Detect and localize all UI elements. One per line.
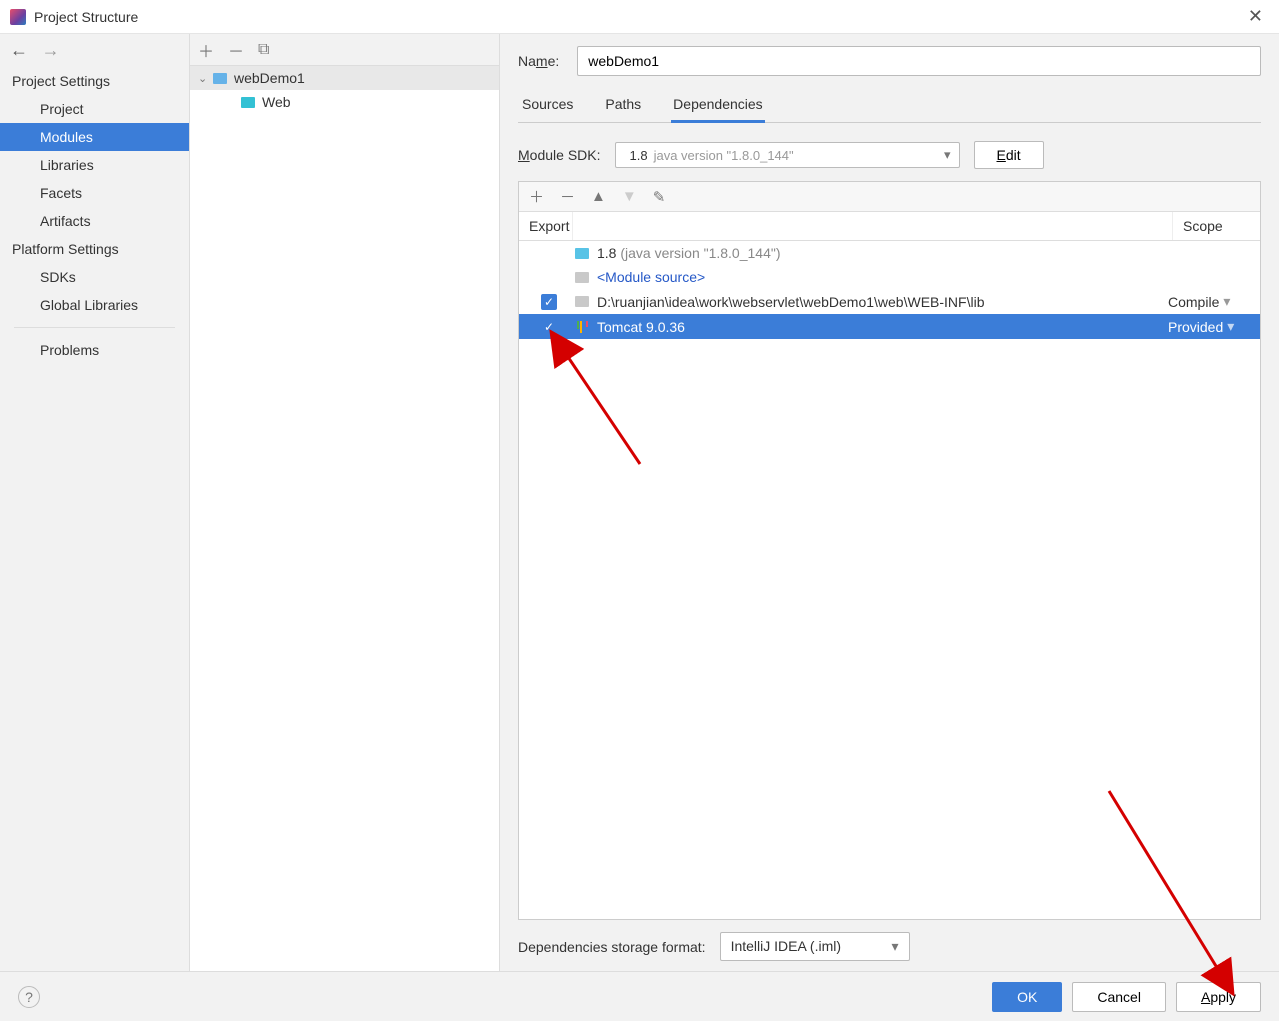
- web-folder-icon: [240, 95, 256, 109]
- folder-icon: [571, 272, 593, 283]
- nav-history: ← →: [0, 34, 189, 67]
- remove-module-icon[interactable]: －: [228, 38, 244, 62]
- dep-row-module-source[interactable]: <Module source>: [519, 265, 1260, 289]
- header-name: [573, 212, 1172, 240]
- detail-tabs: Sources Paths Dependencies: [518, 88, 1261, 123]
- nav-item-libraries[interactable]: Libraries: [0, 151, 189, 179]
- dep-row-tomcat[interactable]: ✓ Tomcat 9.0.36 Provided ▾: [519, 314, 1260, 339]
- nav-item-global-libraries[interactable]: Global Libraries: [0, 291, 189, 319]
- module-details: Name: Sources Paths Dependencies Module …: [500, 34, 1279, 971]
- dep-name: D:\ruanjian\idea\work\webservlet\webDemo…: [593, 294, 1168, 310]
- sdk-icon: [571, 248, 593, 259]
- module-tree[interactable]: ⌄ webDemo1 Web: [190, 66, 499, 971]
- dep-row-lib-path[interactable]: ✓ D:\ruanjian\idea\work\webservlet\webDe…: [519, 289, 1260, 314]
- storage-format-label: Dependencies storage format:: [518, 939, 706, 955]
- footer: ? OK Cancel Apply: [0, 971, 1279, 1021]
- tab-dependencies[interactable]: Dependencies: [671, 88, 765, 122]
- dependencies-panel: ＋ － ▲ ▼ ✎ Export Scope 1.8 (java version…: [518, 181, 1261, 920]
- cancel-button[interactable]: Cancel: [1072, 982, 1166, 1012]
- nav-item-problems[interactable]: Problems: [0, 336, 189, 364]
- tab-sources[interactable]: Sources: [520, 88, 575, 122]
- move-down-icon[interactable]: ▼: [622, 188, 637, 205]
- close-icon[interactable]: ✕: [1242, 6, 1269, 27]
- copy-module-icon[interactable]: ⧉: [258, 41, 269, 59]
- add-module-icon[interactable]: ＋: [198, 38, 214, 62]
- nav-item-facets[interactable]: Facets: [0, 179, 189, 207]
- name-label: Name:: [518, 53, 559, 69]
- forward-icon[interactable]: →: [42, 40, 60, 60]
- module-tree-panel: ＋ － ⧉ ⌄ webDemo1 Web: [190, 34, 500, 971]
- ok-button[interactable]: OK: [992, 982, 1062, 1012]
- folder-icon: [571, 296, 593, 307]
- chevron-down-icon[interactable]: ⌄: [198, 72, 212, 85]
- tree-node-label: webDemo1: [234, 70, 305, 86]
- nav-item-artifacts[interactable]: Artifacts: [0, 207, 189, 235]
- library-icon: [571, 321, 593, 333]
- dep-note: (java version "1.8.0_144"): [620, 245, 780, 261]
- module-folder-icon: [212, 71, 228, 85]
- dep-name: Tomcat 9.0.36: [593, 319, 1168, 335]
- nav-item-modules[interactable]: Modules: [0, 123, 189, 151]
- sdk-description: java version "1.8.0_144": [654, 148, 938, 163]
- nav-section-project-settings: Project Settings: [0, 67, 189, 95]
- tree-node-web[interactable]: Web: [190, 90, 499, 114]
- dep-table-header: Export Scope: [519, 212, 1260, 241]
- storage-format-select[interactable]: IntelliJ IDEA (.iml) ▾: [720, 932, 910, 961]
- window-title: Project Structure: [34, 9, 1242, 25]
- titlebar: Project Structure ✕: [0, 0, 1279, 34]
- storage-format-value: IntelliJ IDEA (.iml): [731, 938, 841, 955]
- left-nav: ← → Project Settings Project Modules Lib…: [0, 34, 190, 971]
- dep-table-body: 1.8 (java version "1.8.0_144") <Module s…: [519, 241, 1260, 919]
- dependencies-toolbar: ＋ － ▲ ▼ ✎: [519, 182, 1260, 212]
- module-toolbar: ＋ － ⧉: [190, 34, 499, 66]
- module-name-input[interactable]: [577, 46, 1261, 76]
- dep-scope[interactable]: Provided ▾: [1168, 318, 1252, 335]
- add-dep-icon[interactable]: ＋: [529, 186, 544, 207]
- help-icon[interactable]: ?: [18, 986, 40, 1008]
- app-icon: [10, 9, 26, 25]
- module-sdk-select[interactable]: 1.8 java version "1.8.0_144" ▾: [615, 142, 960, 168]
- nav-item-project[interactable]: Project: [0, 95, 189, 123]
- chevron-down-icon: ▾: [892, 938, 899, 955]
- nav-section-platform-settings: Platform Settings: [0, 235, 189, 263]
- dep-row-sdk[interactable]: 1.8 (java version "1.8.0_144"): [519, 241, 1260, 265]
- sdk-version: 1.8: [630, 148, 648, 163]
- dep-name: 1.8: [597, 245, 616, 261]
- header-scope: Scope: [1172, 212, 1260, 240]
- back-icon[interactable]: ←: [10, 40, 28, 60]
- tab-paths[interactable]: Paths: [603, 88, 643, 122]
- export-checkbox[interactable]: ✓: [541, 294, 557, 310]
- remove-dep-icon[interactable]: －: [560, 186, 575, 207]
- apply-button[interactable]: Apply: [1176, 982, 1261, 1012]
- edit-dep-icon[interactable]: ✎: [653, 188, 666, 206]
- move-up-icon[interactable]: ▲: [591, 188, 606, 205]
- nav-separator: [14, 327, 175, 328]
- export-checkbox[interactable]: ✓: [541, 319, 557, 335]
- tree-node-label: Web: [262, 94, 291, 110]
- dep-name: <Module source>: [593, 269, 1168, 285]
- edit-sdk-button[interactable]: Edit: [974, 141, 1044, 169]
- header-export: Export: [519, 212, 573, 240]
- nav-item-sdks[interactable]: SDKs: [0, 263, 189, 291]
- tree-node-root[interactable]: ⌄ webDemo1: [190, 66, 499, 90]
- chevron-down-icon: ▾: [944, 147, 951, 163]
- module-sdk-label: Module SDK:: [518, 147, 601, 163]
- dep-scope[interactable]: Compile ▾: [1168, 293, 1252, 310]
